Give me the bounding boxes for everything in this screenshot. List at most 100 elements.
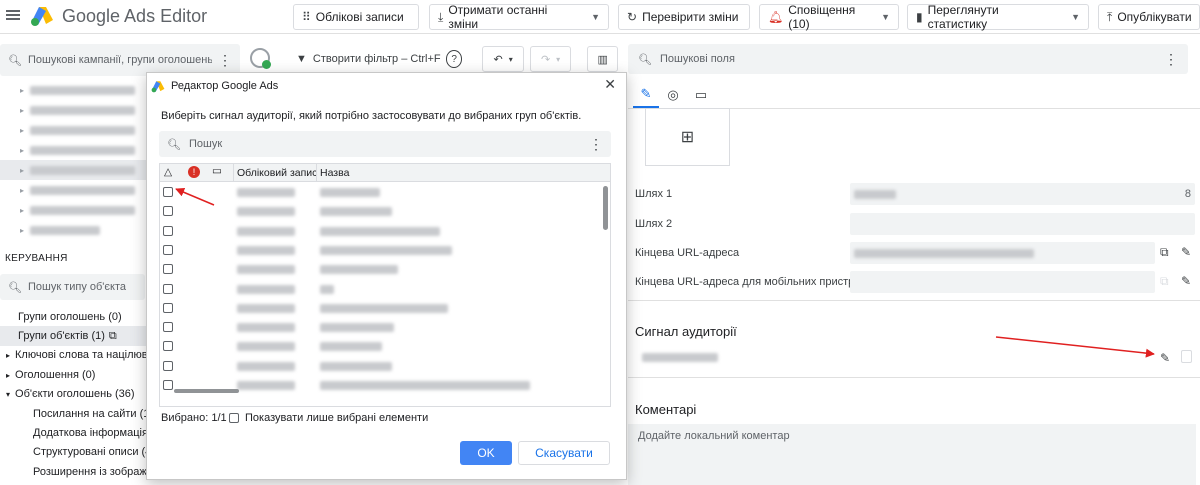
- field-search-input[interactable]: 🔍︎ Пошукові поля ⋮: [628, 44, 1188, 74]
- error-icon[interactable]: !: [188, 166, 200, 178]
- tab-edit[interactable]: ✎: [633, 82, 659, 108]
- audience-signal-dialog: Редактор Google Ads ✕ Виберіть сигнал ау…: [146, 72, 627, 480]
- path1-field[interactable]: 8: [850, 183, 1195, 205]
- left-item-keywords[interactable]: ▸ Ключові слова та націлюва: [0, 345, 150, 365]
- vertical-scrollbar[interactable]: [603, 186, 608, 230]
- chevron-down-icon: ▾: [556, 54, 561, 64]
- more-vert-icon[interactable]: ⋮: [218, 52, 232, 69]
- tab-target[interactable]: ◎: [660, 82, 686, 108]
- row-checkbox[interactable]: [163, 206, 173, 217]
- row-account-cell: [237, 245, 295, 255]
- row-checkbox[interactable]: [163, 225, 173, 236]
- view-stats-button[interactable]: ▮ Переглянути статистику ▼: [907, 3, 1089, 31]
- row-checkbox[interactable]: [163, 264, 173, 275]
- create-filter-button[interactable]: ▼ Створити фільтр – Ctrl+F: [288, 46, 441, 72]
- horizontal-scrollbar[interactable]: [174, 389, 239, 393]
- publish-button[interactable]: ⤒ Опублікувати: [1098, 4, 1200, 30]
- table-row[interactable]: [160, 260, 610, 279]
- row-checkbox[interactable]: [163, 283, 173, 294]
- row-name-cell: [320, 265, 398, 275]
- left-item-assets[interactable]: ▾ Об'єкти оголошень (36): [0, 384, 150, 404]
- row-checkbox[interactable]: [163, 244, 173, 255]
- left-item-asset-groups[interactable]: Групи об'єктів (1) ⧉: [0, 326, 150, 346]
- dialog-search-input[interactable]: 🔍︎ Пошук ⋮: [159, 131, 611, 157]
- tree-item[interactable]: ▸: [0, 220, 150, 240]
- table-row[interactable]: [160, 280, 610, 299]
- table-header: △ ! ▭ Обліковий запис Назва: [160, 164, 610, 182]
- path2-field[interactable]: [850, 213, 1195, 235]
- column-header-name[interactable]: Назва: [320, 167, 349, 179]
- row-name-cell: [320, 245, 452, 255]
- open-external-icon[interactable]: ⧉: [1160, 245, 1169, 260]
- row-checkbox[interactable]: [163, 380, 173, 390]
- redo-button[interactable]: ↷ ▾: [529, 46, 572, 72]
- row-checkbox[interactable]: [163, 341, 173, 352]
- table-row[interactable]: [160, 357, 610, 376]
- open-external-icon[interactable]: ⧉: [109, 330, 117, 343]
- row-checkbox[interactable]: [163, 360, 173, 371]
- show-selected-checkbox[interactable]: [229, 413, 239, 423]
- audience-table: △ ! ▭ Обліковий запис Назва: [159, 163, 611, 407]
- table-row[interactable]: [160, 222, 610, 241]
- table-row[interactable]: [160, 202, 610, 221]
- chevron-down-icon: ▾: [6, 389, 11, 399]
- tree-item[interactable]: ▸: [0, 120, 150, 140]
- help-icon[interactable]: ?: [446, 50, 463, 68]
- left-item-structured-snippets[interactable]: Структуровані описи (4): [0, 442, 150, 462]
- chevron-right-icon: ▸: [6, 370, 11, 380]
- table-row[interactable]: [160, 183, 610, 202]
- left-item-ad-groups[interactable]: Групи оголошень (0): [0, 307, 150, 327]
- notifications-button[interactable]: 🔔︎ Сповіщення (10) ▼: [759, 3, 899, 31]
- final-mobile-url-field[interactable]: [850, 271, 1155, 293]
- upload-icon: ⤒: [1107, 9, 1113, 24]
- menu-icon[interactable]: [6, 8, 20, 22]
- left-item-sitelinks[interactable]: Посилання на сайти (15): [0, 404, 150, 424]
- left-item-ads[interactable]: ▸ Оголошення (0): [0, 365, 150, 385]
- tree-item[interactable]: ▸: [0, 200, 150, 220]
- row-checkbox[interactable]: [163, 322, 173, 333]
- pencil-icon: ✎: [640, 86, 652, 101]
- filter-bar: ▼ Створити фільтр – Ctrl+F ? ↶ ▾ ↷ ▾ ▥: [288, 44, 618, 74]
- table-row[interactable]: [160, 318, 610, 337]
- get-changes-button[interactable]: ⤓ Отримати останні зміни ▼: [429, 3, 609, 31]
- search-icon: 🔍︎: [638, 53, 652, 66]
- undo-button[interactable]: ↶ ▾: [482, 46, 524, 72]
- audience-signal-edit-icon[interactable]: ✎: [1160, 351, 1170, 365]
- row-checkbox[interactable]: [163, 187, 173, 197]
- tree-item[interactable]: ▸: [0, 140, 150, 160]
- pencil-icon[interactable]: ✎: [1181, 274, 1191, 288]
- column-header-account[interactable]: Обліковий запис: [237, 167, 317, 179]
- tab-comments[interactable]: ▭: [688, 82, 714, 108]
- row-account-cell: [237, 381, 295, 390]
- object-type-search-input[interactable]: 🔍︎ Пошук типу об'єкта: [0, 274, 145, 300]
- check-changes-button[interactable]: ↻ Перевірити зміни: [618, 4, 750, 30]
- sync-status-icon[interactable]: [250, 48, 271, 69]
- comment-icon[interactable]: ▭: [212, 165, 222, 177]
- tree-item[interactable]: ▸: [0, 80, 150, 100]
- image-placeholder[interactable]: ⊞: [645, 108, 730, 166]
- close-icon[interactable]: ✕: [604, 76, 616, 93]
- tree-item[interactable]: ▸: [0, 180, 150, 200]
- warning-icon[interactable]: △: [164, 166, 172, 178]
- more-vert-icon[interactable]: ⋮: [1164, 51, 1178, 68]
- table-row[interactable]: [160, 337, 610, 356]
- table-row[interactable]: [160, 241, 610, 260]
- comment-input[interactable]: Додайте локальний коментар: [628, 424, 1196, 485]
- accounts-button[interactable]: ⠿ Облікові записи: [293, 4, 419, 30]
- left-item-callouts[interactable]: Додаткова інформація (4: [0, 423, 150, 443]
- ok-button[interactable]: OK: [460, 441, 512, 465]
- delete-icon[interactable]: [1181, 350, 1192, 363]
- final-url-field[interactable]: [850, 242, 1155, 264]
- row-name-cell: [320, 361, 392, 371]
- row-checkbox[interactable]: [163, 302, 173, 313]
- tree-item[interactable]: ▸: [0, 160, 150, 180]
- tree-item[interactable]: ▸: [0, 100, 150, 120]
- final-url-label: Кінцева URL-адреса: [635, 247, 740, 259]
- more-vert-icon[interactable]: ⋮: [589, 136, 603, 153]
- add-image-icon: ⊞: [680, 129, 695, 146]
- pencil-icon[interactable]: ✎: [1181, 245, 1191, 259]
- left-item-image-extensions[interactable]: Розширення із зображен: [0, 462, 150, 482]
- table-row[interactable]: [160, 299, 610, 318]
- cancel-button[interactable]: Скасувати: [518, 441, 610, 465]
- columns-button[interactable]: ▥: [587, 46, 618, 72]
